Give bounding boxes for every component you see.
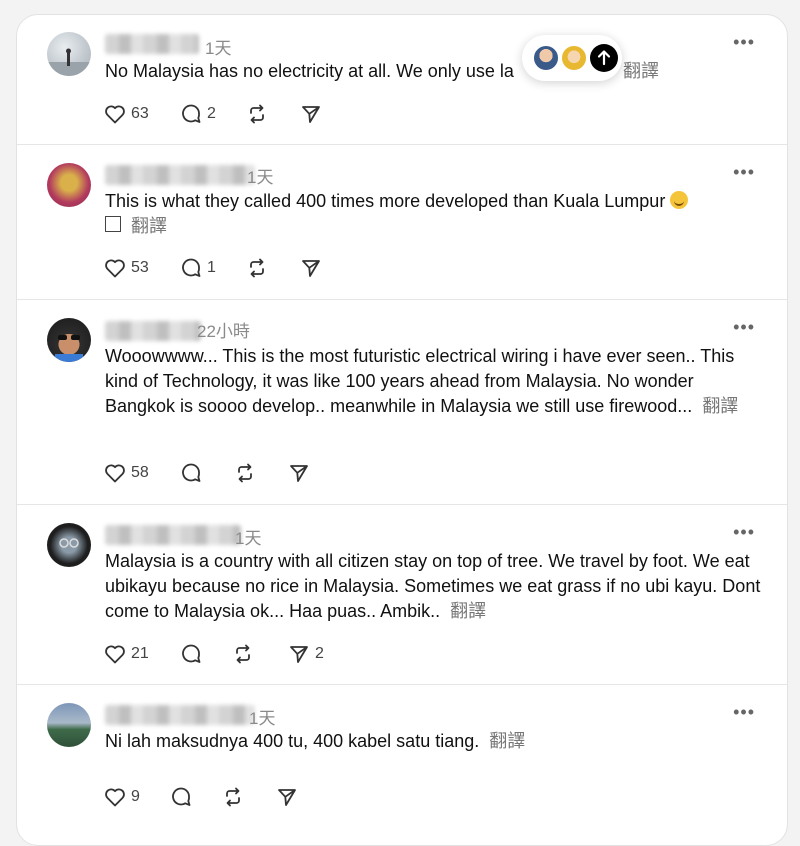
translate-link[interactable]: 翻譯 <box>450 601 486 621</box>
post-text: This is what they called 400 times more … <box>105 189 763 239</box>
post-time: 1天 <box>205 39 232 58</box>
repost-arrows-icon <box>236 644 250 664</box>
more-options-icon[interactable]: ••• <box>733 33 755 51</box>
speech-bubble-icon <box>182 644 201 663</box>
reply-count: 2 <box>207 105 216 122</box>
username-blurred[interactable] <box>105 321 201 341</box>
post-3: 22小時 ••• Wooowwww... This is the most fu… <box>17 300 787 505</box>
avatar[interactable] <box>47 163 91 207</box>
paper-plane-icon <box>302 260 320 277</box>
post-1: 1天 ••• No Malaysia has no electricity at… <box>17 15 787 145</box>
avatar[interactable] <box>47 703 91 747</box>
new-posts-pill[interactable] <box>522 35 622 81</box>
share-button[interactable] <box>287 458 311 488</box>
repost-button[interactable] <box>231 639 255 669</box>
translate-link[interactable]: 翻譯 <box>702 396 738 416</box>
avatar[interactable] <box>47 318 91 362</box>
repost-button[interactable] <box>245 99 269 129</box>
scroll-top-button[interactable] <box>590 44 618 72</box>
paper-plane-icon <box>290 465 308 482</box>
reply-count: 1 <box>207 259 216 276</box>
post-text: Wooowwww... This is the most futuristic … <box>105 344 763 419</box>
post-body: Malaysia is a country with all citizen s… <box>105 551 761 621</box>
repost-button[interactable] <box>245 253 269 283</box>
post-body: No Malaysia has no electricity at all. W… <box>105 61 514 81</box>
repost-button[interactable] <box>221 782 245 812</box>
pensive-face-emoji-icon <box>670 191 689 209</box>
repost-arrows-icon <box>250 104 264 124</box>
like-button[interactable]: 58 <box>103 458 149 488</box>
like-count: 58 <box>131 464 149 481</box>
sunglasses-icon <box>55 335 83 362</box>
repost-arrows-icon <box>250 258 264 278</box>
like-button[interactable]: 53 <box>103 253 149 283</box>
paper-plane-icon <box>302 106 320 123</box>
username-blurred[interactable] <box>105 34 199 54</box>
post-text: Ni lah maksudnya 400 tu, 400 kabel satu … <box>105 729 763 754</box>
post-time: 22小時 <box>197 322 250 341</box>
reply-button[interactable] <box>179 639 207 669</box>
speech-bubble-icon <box>182 463 201 482</box>
more-options-icon[interactable]: ••• <box>733 318 755 336</box>
reply-button[interactable]: 1 <box>179 253 216 283</box>
username-blurred[interactable] <box>105 165 255 185</box>
heart-icon <box>105 464 125 483</box>
heart-icon <box>105 259 125 278</box>
paper-plane-icon <box>290 646 308 663</box>
arrow-up-icon <box>597 50 611 66</box>
like-count: 53 <box>131 259 149 276</box>
paper-plane-icon <box>278 789 296 806</box>
avatar[interactable] <box>47 523 91 567</box>
more-options-icon[interactable]: ••• <box>733 523 755 541</box>
translate-link[interactable]: 翻譯 <box>131 216 167 236</box>
post-4: 1天 ••• Malaysia is a country with all ci… <box>17 505 787 685</box>
like-button[interactable]: 63 <box>103 99 149 129</box>
reply-button[interactable]: 2 <box>179 99 216 129</box>
like-count: 21 <box>131 645 149 662</box>
post-body: Ni lah maksudnya 400 tu, 400 kabel satu … <box>105 731 480 751</box>
speech-bubble-icon <box>182 258 201 277</box>
like-count: 63 <box>131 105 149 122</box>
more-options-icon[interactable]: ••• <box>733 163 755 181</box>
repost-arrows-icon <box>226 787 240 807</box>
post-5: 1天 ••• Ni lah maksudnya 400 tu, 400 kabe… <box>17 685 787 845</box>
post-text: Malaysia is a country with all citizen s… <box>105 549 763 624</box>
share-button[interactable] <box>299 253 323 283</box>
username-blurred[interactable] <box>105 525 241 545</box>
translate-link[interactable]: 翻譯 <box>489 731 525 751</box>
glasses-icon <box>59 538 79 548</box>
share-button[interactable] <box>299 99 323 129</box>
reply-button[interactable] <box>169 782 197 812</box>
username-blurred[interactable] <box>105 705 255 725</box>
post-time: 1天 <box>249 709 276 728</box>
post-body: This is what they called 400 times more … <box>105 191 666 211</box>
heart-icon <box>105 645 125 664</box>
repost-button[interactable] <box>233 458 257 488</box>
translate-link[interactable]: 翻譯 <box>623 59 659 84</box>
speech-bubble-icon <box>172 787 191 806</box>
avatar <box>560 44 588 72</box>
silhouette-icon <box>47 48 91 76</box>
post-time: 1天 <box>247 168 274 187</box>
heart-icon <box>105 105 125 124</box>
like-button[interactable]: 9 <box>103 782 140 812</box>
post-2: 1天 ••• This is what they called 400 time… <box>17 145 787 300</box>
missing-glyph-icon <box>105 216 121 232</box>
repost-arrows-icon <box>238 463 252 483</box>
avatar <box>532 44 560 72</box>
post-body: Wooowwww... This is the most futuristic … <box>105 346 735 416</box>
share-button[interactable]: 2 <box>287 639 324 669</box>
avatar[interactable] <box>47 32 91 76</box>
reply-feed: 1天 ••• No Malaysia has no electricity at… <box>16 14 788 846</box>
post-time: 1天 <box>235 529 262 548</box>
speech-bubble-icon <box>182 104 201 123</box>
like-button[interactable]: 21 <box>103 639 149 669</box>
heart-icon <box>105 788 125 807</box>
like-count: 9 <box>131 788 140 805</box>
share-button[interactable] <box>275 782 299 812</box>
reply-button[interactable] <box>179 458 207 488</box>
more-options-icon[interactable]: ••• <box>733 703 755 721</box>
share-count: 2 <box>315 645 324 662</box>
